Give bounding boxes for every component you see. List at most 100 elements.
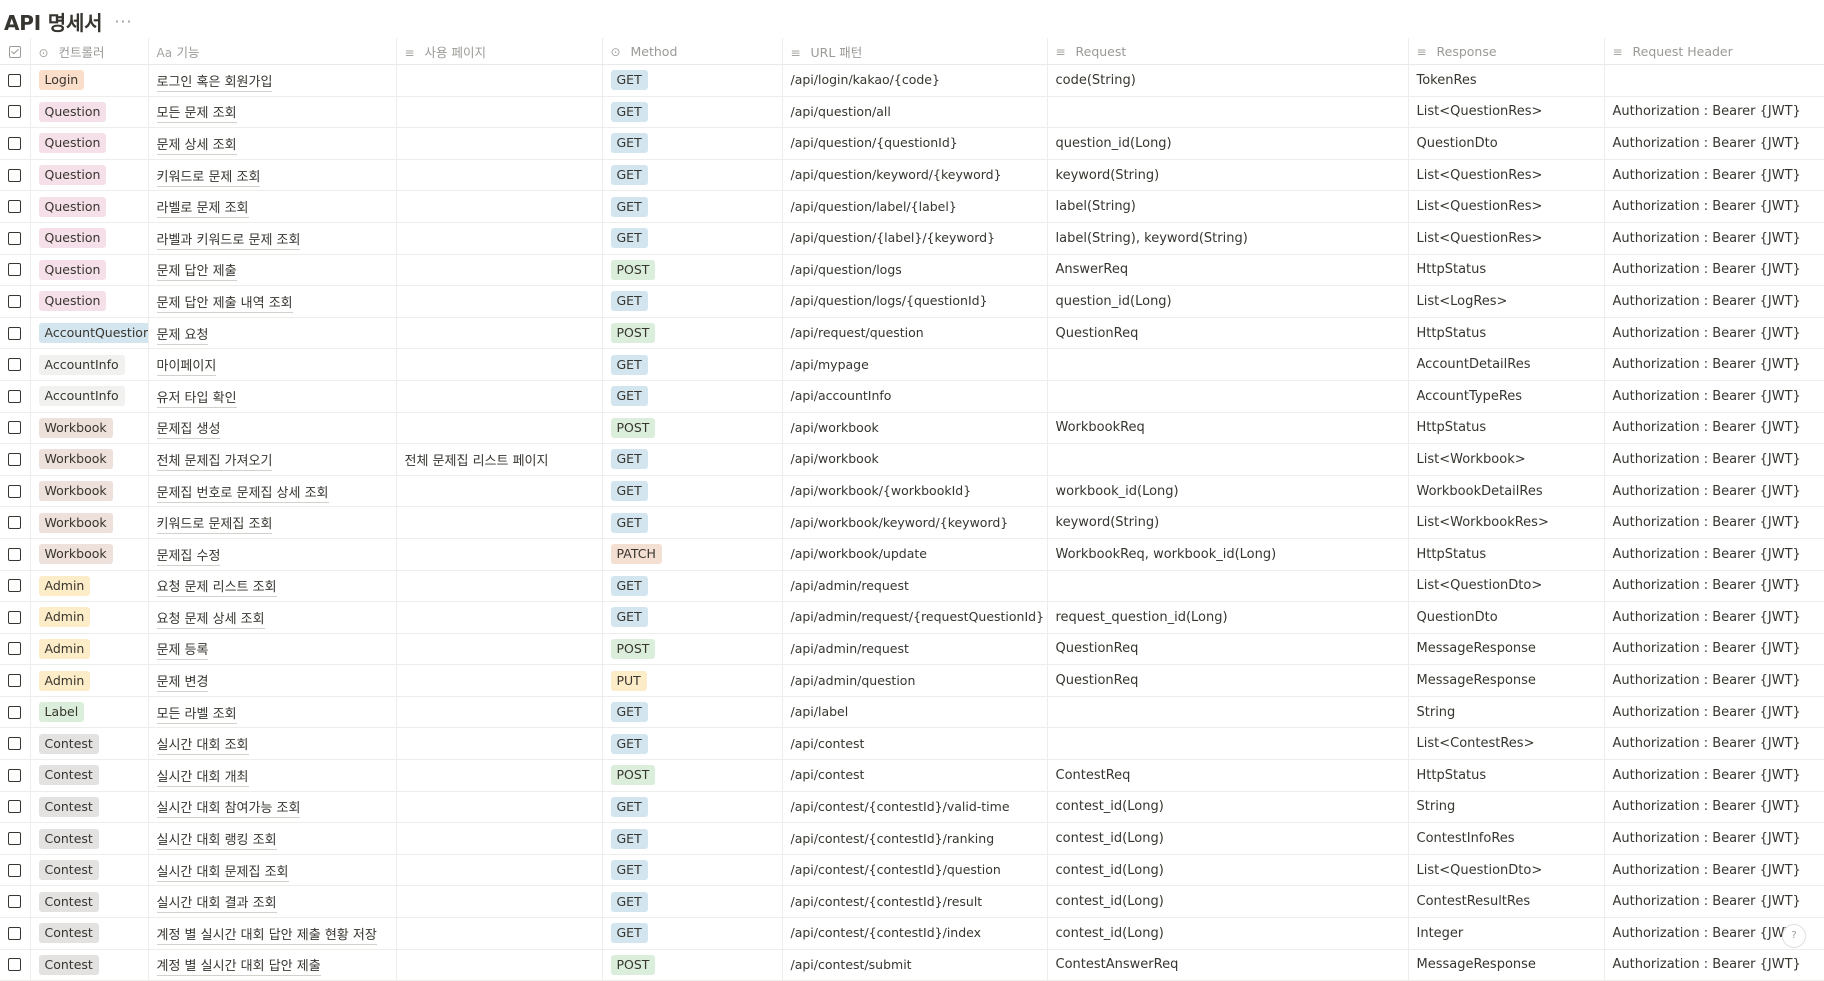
controller-cell[interactable]: Question [29, 222, 148, 255]
column-header-request[interactable]: ≡ Request [1046, 38, 1408, 65]
table-row[interactable]: Workbook 문제집 생성 POST/api/workbook WorkbookR… [0, 412, 1824, 445]
function-title[interactable]: 문제 요청 [156, 327, 209, 345]
url-cell[interactable]: /api/request/question [781, 317, 1047, 350]
row-checkbox[interactable] [8, 579, 21, 593]
page-cell[interactable] [395, 475, 602, 508]
row-checkbox[interactable] [8, 105, 21, 119]
row-checkbox-cell[interactable] [0, 222, 30, 255]
column-header-function[interactable]: Aa 기능 [147, 38, 396, 65]
help-button[interactable]: ? [1782, 924, 1806, 948]
url-cell[interactable]: /api/admin/request [781, 633, 1047, 666]
response-cell[interactable]: String [1407, 791, 1604, 824]
method-cell[interactable]: POST [601, 254, 782, 287]
request-header-cell[interactable]: Authorization : Bearer {JWT} [1603, 285, 1824, 318]
request-header-cell[interactable]: Authorization : Bearer {JWT} [1603, 664, 1824, 697]
function-cell[interactable]: 로그인 혹은 회원가입 [147, 64, 396, 97]
row-checkbox[interactable] [8, 294, 21, 308]
page-cell[interactable] [395, 159, 602, 192]
function-title[interactable]: 실시간 대회 랭킹 조회 [156, 833, 277, 851]
row-checkbox[interactable] [8, 863, 21, 877]
controller-cell[interactable]: Contest [29, 759, 148, 792]
page-cell[interactable] [395, 506, 602, 539]
page-cell[interactable] [395, 727, 602, 761]
table-row[interactable]: Label 모든 라벨 조회 GET/api/label String Authoriz… [0, 696, 1824, 729]
response-cell[interactable]: List<Workbook> [1407, 443, 1604, 476]
method-cell[interactable]: GET [601, 506, 782, 539]
request-cell[interactable]: QuestionReq [1046, 633, 1408, 666]
page-cell[interactable] [395, 412, 602, 445]
controller-cell[interactable]: Label [29, 696, 148, 729]
request-cell[interactable]: question_id(Long) [1046, 127, 1408, 160]
request-cell[interactable]: contest_id(Long) [1046, 791, 1408, 824]
controller-cell[interactable]: Contest [29, 791, 148, 824]
controller-cell[interactable]: Question [29, 159, 148, 192]
request-cell[interactable] [1046, 570, 1408, 603]
function-cell[interactable]: 문제집 번호로 문제집 상세 조회 [147, 475, 396, 508]
request-header-cell[interactable]: Authorization : Bearer {JWT} [1603, 727, 1824, 761]
url-cell[interactable]: /api/contest/{contestId}/index [781, 917, 1047, 950]
row-checkbox[interactable] [8, 895, 21, 909]
request-header-cell[interactable]: Authorization : Bearer {JWT} [1603, 348, 1824, 381]
controller-cell[interactable]: Admin [29, 570, 148, 603]
table-row[interactable]: Question 문제 답안 제출 POST/api/question/logs An… [0, 254, 1824, 287]
method-cell[interactable]: GET [601, 822, 782, 855]
url-cell[interactable]: /api/contest/{contestId}/question [781, 854, 1047, 887]
response-cell[interactable]: ContestInfoRes [1407, 822, 1604, 855]
response-cell[interactable]: QuestionDto [1407, 127, 1604, 160]
row-checkbox[interactable] [8, 926, 21, 940]
response-cell[interactable]: AccountTypeRes [1407, 380, 1604, 413]
controller-cell[interactable]: Contest [29, 885, 148, 919]
request-cell[interactable]: code(String) [1046, 64, 1408, 97]
request-header-cell[interactable]: Authorization : Bearer {JWT} [1603, 412, 1824, 445]
row-checkbox[interactable] [8, 389, 21, 403]
page-cell[interactable] [395, 759, 602, 792]
page-cell[interactable] [395, 822, 602, 855]
request-header-cell[interactable]: Authorization : Bearer {JWT} [1603, 159, 1824, 192]
method-cell[interactable]: PUT [601, 664, 782, 697]
row-checkbox-cell[interactable] [0, 254, 30, 287]
table-row[interactable]: Workbook 문제집 번호로 문제집 상세 조회 GET/api/workboo… [0, 475, 1824, 508]
row-checkbox[interactable] [8, 263, 21, 277]
url-cell[interactable]: /api/question/label/{label} [781, 190, 1047, 223]
request-cell[interactable]: WorkbookReq [1046, 412, 1408, 445]
row-checkbox-cell[interactable] [0, 822, 30, 855]
request-cell[interactable]: QuestionReq [1046, 664, 1408, 697]
row-checkbox-cell[interactable] [0, 727, 30, 761]
url-cell[interactable]: /api/admin/request [781, 570, 1047, 603]
row-checkbox-cell[interactable] [0, 96, 30, 129]
request-cell[interactable]: AnswerReq [1046, 254, 1408, 287]
method-cell[interactable]: GET [601, 443, 782, 476]
url-cell[interactable]: /api/workbook/update [781, 538, 1047, 571]
page-cell[interactable] [395, 222, 602, 255]
column-header-url[interactable]: ≡ URL 패턴 [781, 38, 1047, 65]
row-checkbox-cell[interactable] [0, 538, 30, 571]
row-checkbox[interactable] [8, 484, 21, 498]
response-cell[interactable]: List<QuestionRes> [1407, 190, 1604, 223]
row-checkbox-cell[interactable] [0, 570, 30, 603]
response-cell[interactable]: List<LogRes> [1407, 285, 1604, 318]
page-cell[interactable] [395, 254, 602, 287]
function-title[interactable]: 문제집 수정 [156, 548, 221, 566]
response-cell[interactable]: ContestResultRes [1407, 885, 1604, 919]
row-checkbox-cell[interactable] [0, 348, 30, 381]
row-checkbox[interactable] [8, 358, 21, 372]
function-cell[interactable]: 문제 요청 [147, 317, 396, 350]
controller-cell[interactable]: Contest [29, 917, 148, 950]
page-cell[interactable] [395, 127, 602, 160]
request-cell[interactable]: contest_id(Long) [1046, 822, 1408, 855]
function-cell[interactable]: 모든 라벨 조회 [147, 696, 396, 729]
table-row[interactable]: Question 모든 문제 조회 GET/api/question/all List… [0, 96, 1824, 129]
request-header-cell[interactable]: Authorization : Bearer {JWT} [1603, 443, 1824, 476]
request-cell[interactable]: contest_id(Long) [1046, 885, 1408, 919]
row-checkbox-cell[interactable] [0, 127, 30, 160]
response-cell[interactable]: TokenRes [1407, 64, 1604, 97]
row-checkbox-cell[interactable] [0, 885, 30, 919]
table-row[interactable]: Admin 문제 변경 PUT/api/admin/question Question… [0, 664, 1824, 697]
response-cell[interactable]: List<QuestionRes> [1407, 159, 1604, 192]
table-row[interactable]: Workbook 문제집 수정 PATCH/api/workbook/update W… [0, 538, 1824, 571]
request-header-cell[interactable]: Authorization : Bearer {JWT} [1603, 317, 1824, 350]
row-checkbox-cell[interactable] [0, 190, 30, 223]
page-cell[interactable] [395, 664, 602, 697]
function-cell[interactable]: 라벨로 문제 조회 [147, 190, 396, 223]
row-checkbox-cell[interactable] [0, 285, 30, 318]
